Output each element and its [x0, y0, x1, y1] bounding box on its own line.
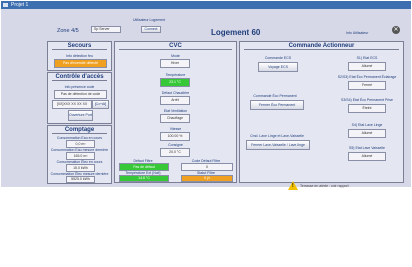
panel-title: Comptage [48, 126, 111, 134]
eco-plug-state-value: Éteint [348, 104, 386, 113]
temperature-label: Température [165, 73, 186, 77]
code-check-button[interactable]: [Cx+Af] [92, 100, 109, 109]
filter-fault-value: Pas de défaut [119, 163, 169, 171]
app-icon [3, 3, 8, 7]
panel-title: CVC [115, 42, 236, 50]
panel-secours: Secours Info détection feu Pas d'incendi… [47, 41, 112, 71]
speed-label: Vitesse [169, 127, 182, 131]
eco-light-state-value: Fermé [348, 81, 386, 90]
ventilation-state-value: Chauffage [160, 114, 190, 123]
panel-actionneur: Commande Actionneur Commande ECS Voyage … [239, 41, 404, 183]
panel-cvc: CVC Mode Hiver Température 23.1 °C Défau… [114, 41, 237, 183]
ventilation-state-label: Etat Ventilation [163, 109, 188, 113]
ecs-command-label: Commande ECS [264, 56, 292, 60]
panel-comptage: Comptage Consommation Eau en cours 0,0 m… [47, 125, 112, 184]
eco-plug-state-label: S3/S4) Etat Éco Permanent Prise [341, 98, 393, 102]
ecs-button[interactable]: Voyage ECS [258, 62, 298, 72]
zone-label: Zone 4/5 [57, 28, 79, 34]
login-label: Utilisateur Logement [133, 18, 166, 22]
close-icon[interactable]: ✕ [392, 26, 400, 34]
filter-code-value: 0 [181, 163, 233, 171]
boiler-fault-label: Défaut Chaudière [161, 91, 190, 95]
window-titlebar: Projet 1 [1, 1, 411, 9]
fire-status-value: Pas d'incendie détecté [54, 59, 107, 68]
setpoint-value: 20.0 °C [160, 148, 190, 157]
eco-permanent-label: Commande Éco Permanent [253, 94, 297, 98]
code-input[interactable]: [XX]XXX XX XX XX [52, 100, 92, 109]
counter-value: 0,0 m³ [66, 140, 95, 148]
eco-permanent-button[interactable]: Fermer Éco Permanent [250, 100, 304, 110]
washer-button[interactable]: Fermer Lave-Vaisselle / Lave-linge [246, 140, 310, 150]
ecs-state-value: Allumé [348, 62, 386, 71]
counter-value: 15.0 kWh [66, 164, 95, 172]
setpoint-label: Consigne [168, 143, 183, 147]
window-title: Projet 1 [11, 2, 29, 8]
warning-text: Terrasse en alerte : voir rapport [300, 184, 349, 188]
eco-light-state-label: S2/S3) Etat Éco Permanent Éclairage [337, 75, 397, 79]
washer-state-label: S4) Etat Lave Linge [351, 123, 383, 127]
access-info-label: Info présence code [64, 85, 95, 89]
user-select[interactable]: Sp Server [91, 26, 121, 33]
filter-status-value: 0 j/r [181, 175, 233, 182]
mode-label: Mode [171, 54, 180, 58]
open-door-button[interactable]: Ouverture Porte [68, 110, 93, 121]
access-status-value: Pas de détection de code [54, 90, 107, 99]
washer-state-value: Allumé [348, 129, 386, 138]
blank-area [1, 187, 411, 267]
temperature-value: 23.1 °C [160, 78, 190, 87]
panel-access: Contrôle d'accès Info présence code Pas … [47, 72, 112, 124]
washer-command-label: Cmd. Lave Linge et Lave-Vaisselle [250, 134, 304, 138]
panel-title: Commande Actionneur [240, 42, 403, 50]
page-title: Logement 60 [211, 28, 261, 37]
warning-icon: ! [288, 181, 298, 190]
connect-button[interactable]: Connect [141, 26, 161, 33]
info-user-link[interactable]: Info Utilisateur [346, 31, 368, 35]
boiler-fault-value: Arrêt [160, 96, 190, 105]
speed-value: 100.00 % [160, 132, 190, 141]
info-fire-label: Info détection feu [66, 54, 93, 58]
counter-value: 165.0 m³ [66, 152, 95, 160]
panel-title: Contrôle d'accès [48, 73, 111, 81]
ecs-state-label: S1) Etat ECS [356, 56, 378, 60]
counter-value: 5525.0 kWh [66, 176, 95, 183]
mode-value: Hiver [160, 59, 190, 68]
outside-temp-value: 14.8 °C [119, 175, 169, 182]
dishwasher-state-value: Allumé [348, 152, 386, 161]
panel-title: Secours [48, 42, 111, 50]
dishwasher-state-label: S5) Etat Lave Vaisselle [349, 146, 385, 150]
